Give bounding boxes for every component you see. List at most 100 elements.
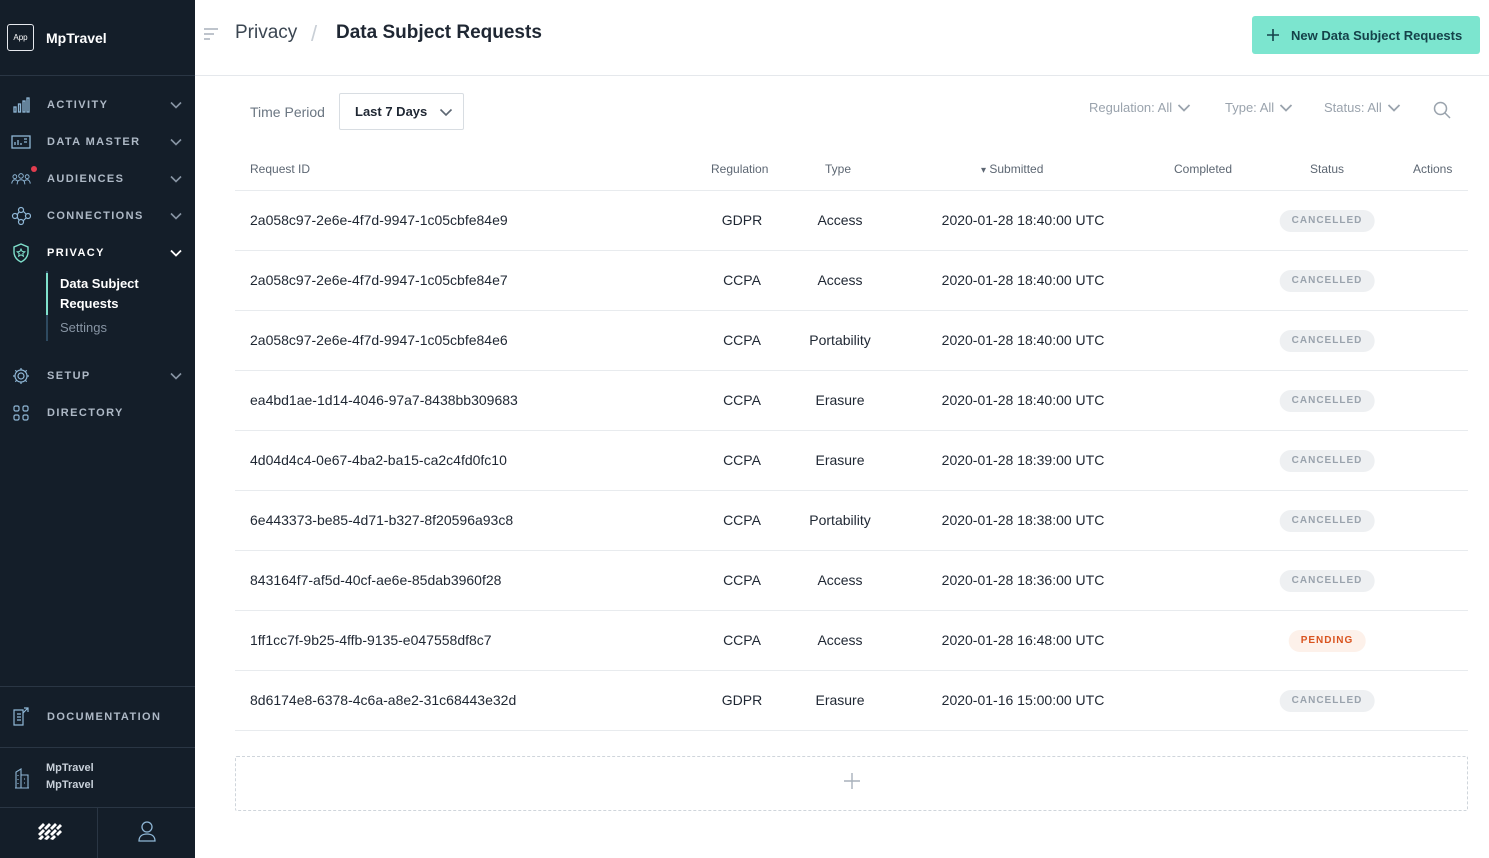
request-type: Access — [817, 212, 863, 228]
regulation: GDPR — [721, 212, 763, 228]
request-id[interactable]: 6e443373-be85-4d71-b327-8f20596a93c8 — [250, 512, 513, 528]
column-header-completed[interactable]: Completed — [1174, 162, 1232, 176]
status-badge: CANCELLED — [1279, 510, 1375, 532]
nav-label: AUDIENCES — [47, 172, 125, 185]
column-header-request-id[interactable]: Request ID — [250, 162, 310, 176]
nav-label: DIRECTORY — [47, 406, 124, 419]
add-request-button[interactable] — [235, 756, 1468, 811]
app-logo: App — [7, 24, 34, 51]
column-header-submitted[interactable]: ▾ Submitted — [981, 162, 1043, 176]
people-icon — [11, 169, 31, 189]
page-header: Privacy / Data Subject Requests New Data… — [195, 0, 1489, 76]
data-master-icon — [11, 132, 31, 152]
request-id[interactable]: 2a058c97-2e6e-4f7d-9947-1c05cbfe84e6 — [250, 332, 508, 348]
sort-desc-icon: ▾ — [981, 165, 987, 176]
column-header-submitted-label: Submitted — [989, 162, 1044, 176]
table-row[interactable]: 2a058c97-2e6e-4f7d-9947-1c05cbfe84e6 CCP… — [235, 311, 1468, 371]
nav-label: ACTIVITY — [47, 98, 109, 111]
brand-mark-button[interactable] — [0, 808, 97, 858]
type-filter[interactable]: Type: All — [1225, 100, 1293, 115]
request-type: Portability — [809, 512, 871, 528]
new-button-label: New Data Subject Requests — [1291, 27, 1463, 43]
request-type: Access — [817, 272, 863, 288]
time-period-label: Time Period — [250, 104, 325, 120]
status-badge: CANCELLED — [1279, 390, 1375, 412]
user-profile-button[interactable] — [97, 808, 195, 858]
submitted-date: 2020-01-28 18:38:00 UTC — [941, 512, 1105, 528]
documentation-link[interactable]: DOCUMENTATION — [0, 686, 195, 747]
sidebar-bottom: DOCUMENTATION MpTravel MpTravel — [0, 686, 195, 858]
request-id[interactable]: 8d6174e8-6378-4c6a-a8e2-31c68443e32d — [250, 692, 516, 708]
nav-item-audiences[interactable]: AUDIENCES — [0, 160, 195, 197]
gear-icon — [11, 366, 31, 386]
regulation: CCPA — [723, 512, 761, 528]
privacy-subnav: Data Subject Requests Settings — [46, 271, 195, 341]
regulation-filter[interactable]: Regulation: All — [1089, 100, 1191, 115]
request-type: Erasure — [815, 692, 865, 708]
table-row[interactable]: 2a058c97-2e6e-4f7d-9947-1c05cbfe84e9 GDP… — [235, 191, 1468, 251]
nav-item-directory[interactable]: DIRECTORY — [0, 394, 195, 431]
nav-item-data-master[interactable]: DATA MASTER — [0, 123, 195, 160]
request-id[interactable]: 2a058c97-2e6e-4f7d-9947-1c05cbfe84e9 — [250, 212, 508, 228]
breadcrumb-privacy[interactable]: Privacy — [235, 22, 297, 44]
requests-table: Request ID Regulation Type ▾ Submitted C… — [235, 150, 1468, 731]
table-row[interactable]: 1ff1cc7f-9b25-4ffb-9135-e047558df8c7 CCP… — [235, 611, 1468, 671]
nav-label: PRIVACY — [47, 246, 105, 259]
submitted-date: 2020-01-28 16:48:00 UTC — [941, 632, 1105, 648]
subnav-item-data-subject-requests[interactable]: Data Subject Requests — [60, 274, 170, 314]
request-id[interactable]: 4d04d4c4-0e67-4ba2-ba15-ca2c4fd0fc10 — [250, 452, 507, 468]
table-row[interactable]: 2a058c97-2e6e-4f7d-9947-1c05cbfe84e7 CCP… — [235, 251, 1468, 311]
account-switcher[interactable]: MpTravel MpTravel — [0, 747, 195, 807]
menu-toggle-icon[interactable] — [203, 27, 219, 43]
shield-icon — [11, 242, 31, 263]
table-row[interactable]: 843164f7-af5d-40cf-ae6e-85dab3960f28 CCP… — [235, 551, 1468, 611]
request-type: Access — [817, 572, 863, 588]
subnav-item-settings[interactable]: Settings — [60, 318, 195, 338]
nav-label: SETUP — [47, 369, 91, 382]
request-id[interactable]: 1ff1cc7f-9b25-4ffb-9135-e047558df8c7 — [250, 632, 492, 648]
status-badge: CANCELLED — [1279, 690, 1375, 712]
notification-dot — [31, 166, 37, 172]
nav-label: DATA MASTER — [47, 135, 141, 148]
regulation: CCPA — [723, 392, 761, 408]
request-id[interactable]: ea4bd1ae-1d14-4046-97a7-8438bb309683 — [250, 392, 518, 408]
request-id[interactable]: 2a058c97-2e6e-4f7d-9947-1c05cbfe84e7 — [250, 272, 508, 288]
chevron-down-icon[interactable] — [169, 246, 183, 260]
status-filter[interactable]: Status: All — [1324, 100, 1401, 115]
column-header-type[interactable]: Type — [825, 162, 851, 176]
brand[interactable]: App MpTravel — [0, 0, 195, 76]
column-header-regulation[interactable]: Regulation — [711, 162, 768, 176]
table-row[interactable]: 6e443373-be85-4d71-b327-8f20596a93c8 CCP… — [235, 491, 1468, 551]
status-badge: CANCELLED — [1279, 330, 1375, 352]
request-id[interactable]: 843164f7-af5d-40cf-ae6e-85dab3960f28 — [250, 572, 501, 588]
nav-item-activity[interactable]: ACTIVITY — [0, 86, 195, 123]
type-filter-label: Type: All — [1225, 100, 1275, 115]
chevron-down-icon[interactable] — [169, 369, 183, 383]
table-row[interactable]: ea4bd1ae-1d14-4046-97a7-8438bb309683 CCP… — [235, 371, 1468, 431]
chevron-down-icon[interactable] — [169, 135, 183, 149]
time-period-select[interactable]: Last 7 Days — [339, 93, 464, 130]
account-line-1: MpTravel — [46, 762, 94, 774]
brand-name: MpTravel — [46, 29, 107, 46]
column-header-status[interactable]: Status — [1310, 162, 1344, 176]
main-nav: ACTIVITY DATA MASTER AUDIENCES CONNECTIO… — [0, 86, 195, 431]
chevron-down-icon[interactable] — [169, 172, 183, 186]
submitted-date: 2020-01-28 18:40:00 UTC — [941, 212, 1105, 228]
nav-item-privacy[interactable]: PRIVACY — [0, 234, 195, 271]
regulation: GDPR — [721, 692, 763, 708]
nav-item-connections[interactable]: CONNECTIONS — [0, 197, 195, 234]
nav-item-setup[interactable]: SETUP — [0, 357, 195, 394]
breadcrumb-separator: / — [311, 21, 318, 46]
table-row[interactable]: 4d04d4c4-0e67-4ba2-ba15-ca2c4fd0fc10 CCP… — [235, 431, 1468, 491]
table-row[interactable]: 8d6174e8-6378-4c6a-a8e2-31c68443e32d GDP… — [235, 671, 1468, 731]
sidebar: App MpTravel ACTIVITY DATA MASTER AUDIEN… — [0, 0, 195, 858]
chevron-down-icon[interactable] — [169, 98, 183, 112]
document-icon — [11, 707, 31, 727]
new-data-subject-request-button[interactable]: New Data Subject Requests — [1252, 16, 1480, 54]
table-header: Request ID Regulation Type ▾ Submitted C… — [235, 150, 1468, 191]
chevron-down-icon[interactable] — [169, 209, 183, 223]
search-icon[interactable] — [1433, 101, 1451, 119]
submitted-date: 2020-01-28 18:40:00 UTC — [941, 392, 1105, 408]
chevron-down-icon — [1177, 103, 1191, 112]
submitted-date: 2020-01-16 15:00:00 UTC — [941, 692, 1105, 708]
